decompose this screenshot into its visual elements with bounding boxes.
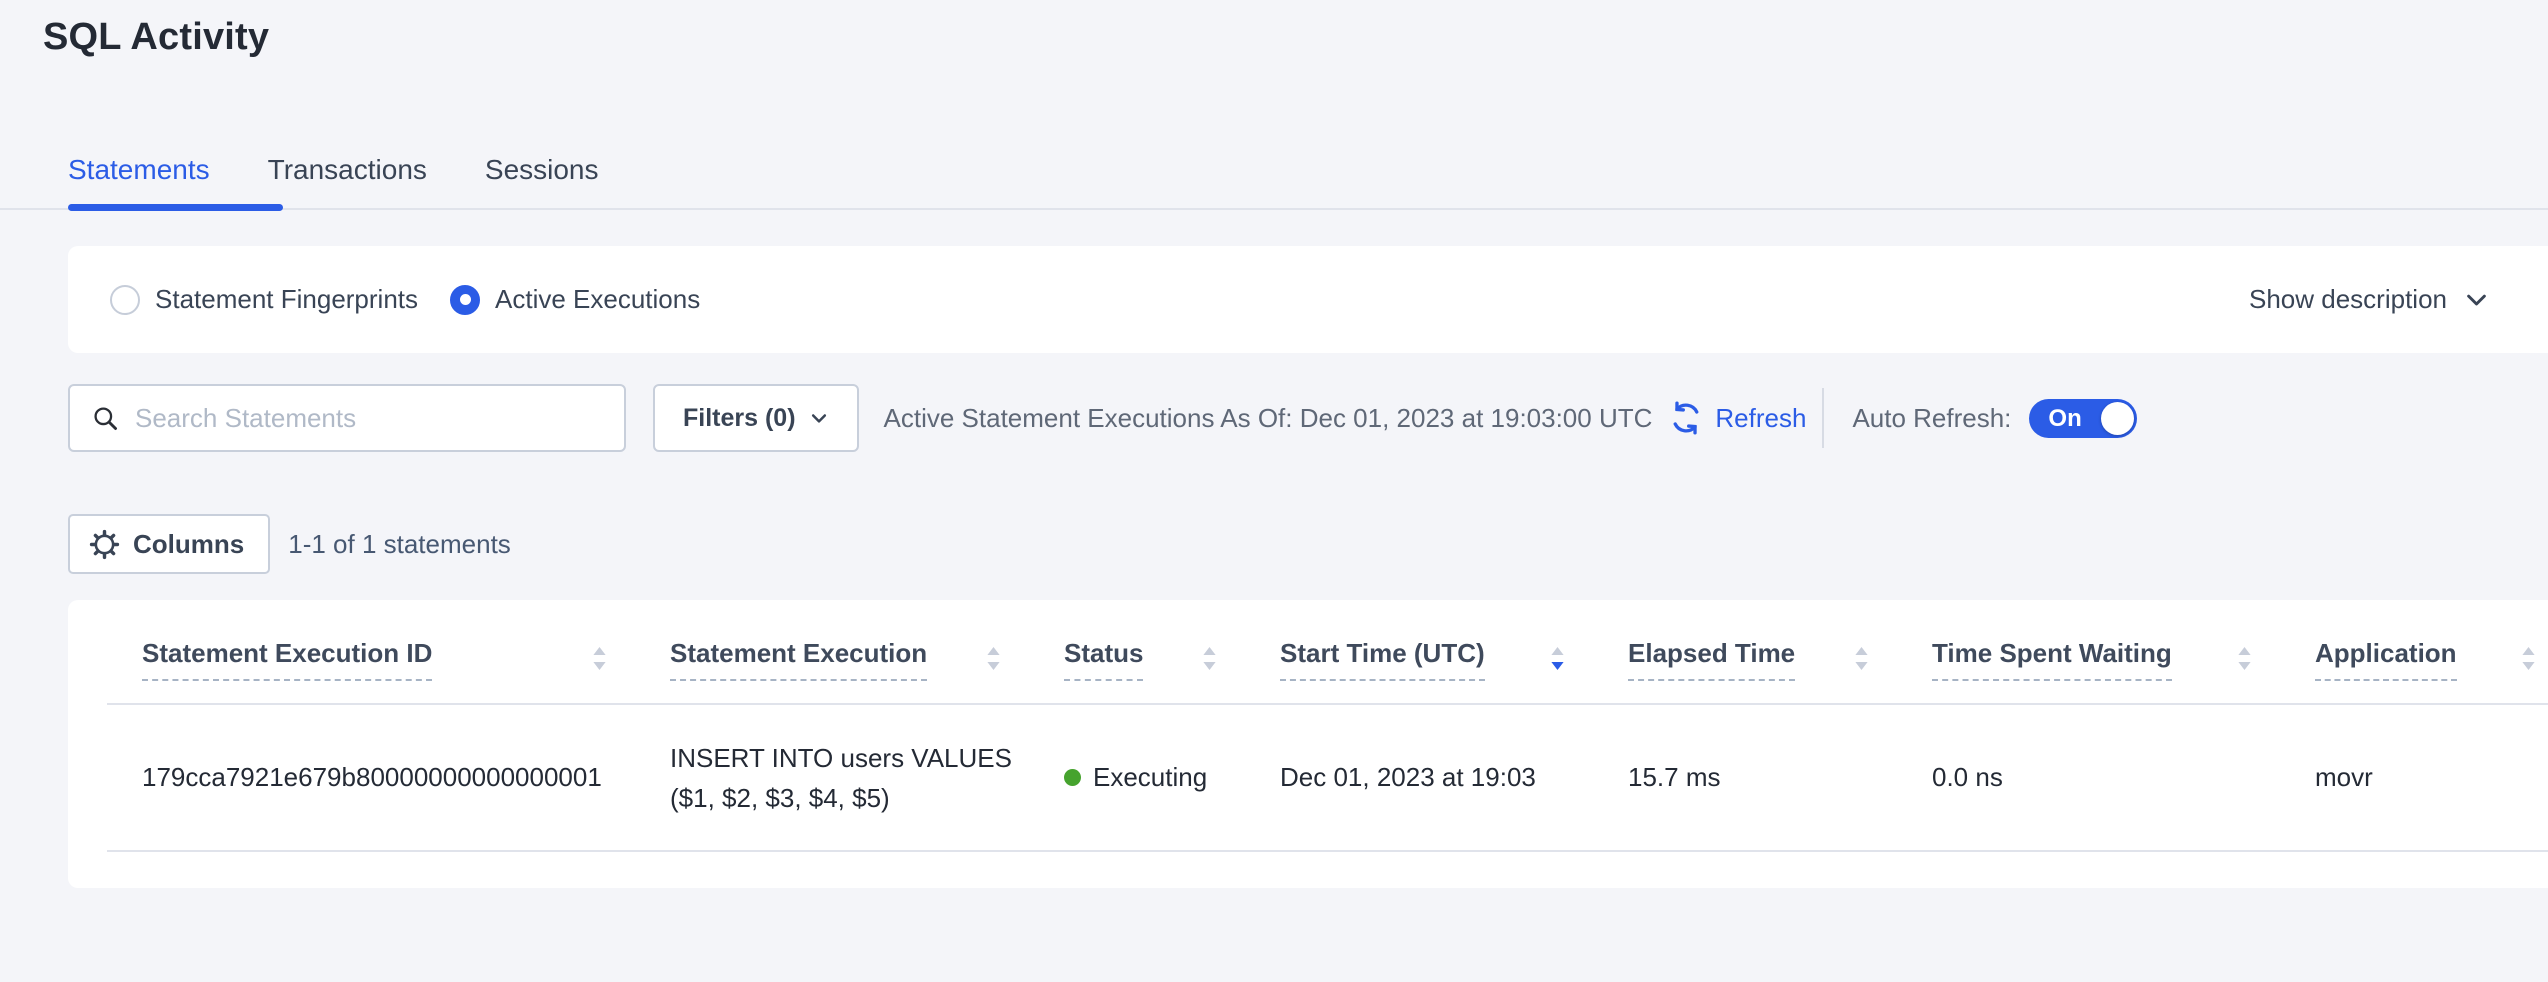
refresh-button[interactable]: Refresh <box>1667 399 1806 437</box>
radio-statement-fingerprints[interactable]: Statement Fingerprints <box>110 284 418 315</box>
chevron-down-icon <box>2463 286 2490 313</box>
header-label[interactable]: Status <box>1064 636 1143 681</box>
toggle-state-label: On <box>2048 399 2081 438</box>
header-label[interactable]: Statement Execution ID <box>142 636 432 681</box>
tab-sessions[interactable]: Sessions <box>485 152 599 188</box>
toolbar-divider <box>1822 388 1824 448</box>
table-header-row: Statement Execution ID Statement Executi… <box>107 600 2548 704</box>
toggle-knob[interactable] <box>2101 402 2134 435</box>
active-tab-indicator <box>68 204 283 211</box>
header-label[interactable]: Start Time (UTC) <box>1280 636 1485 681</box>
cell-time-spent-waiting: 0.0 ns <box>1897 704 2280 851</box>
header-start-time[interactable]: Start Time (UTC) <box>1245 600 1593 704</box>
radio-icon[interactable] <box>450 285 480 315</box>
sort-icon[interactable] <box>986 645 1001 672</box>
sort-icon[interactable] <box>1550 645 1565 672</box>
header-statement-execution[interactable]: Statement Execution <box>635 600 1029 704</box>
status-label: Executing <box>1093 762 1207 793</box>
header-application[interactable]: Application <box>2280 600 2548 704</box>
search-box[interactable] <box>68 384 626 452</box>
show-description-label: Show description <box>2249 284 2447 315</box>
chevron-down-icon <box>809 408 829 428</box>
cell-statement-execution[interactable]: INSERT INTO users VALUES ($1, $2, $3, $4… <box>635 704 1029 851</box>
page-title: SQL Activity <box>43 16 269 59</box>
statement-text-line1: INSERT INTO users VALUES <box>670 738 1009 778</box>
cell-start-time: Dec 01, 2023 at 19:03 <box>1245 704 1593 851</box>
table-row: 179cca7921e679b80000000000000001 INSERT … <box>107 704 2548 851</box>
columns-button-label: Columns <box>133 529 244 560</box>
refresh-label: Refresh <box>1715 403 1806 434</box>
tab-bar: Statements Transactions Sessions <box>0 152 2548 214</box>
gear-icon <box>88 528 121 561</box>
status-dot-icon <box>1064 769 1081 786</box>
radio-label: Active Executions <box>495 284 700 315</box>
executions-table: Statement Execution ID Statement Executi… <box>107 600 2548 852</box>
radio-active-executions[interactable]: Active Executions <box>450 284 700 315</box>
search-icon <box>91 404 120 433</box>
sort-icon[interactable] <box>592 645 607 672</box>
as-of-timestamp-text: Active Statement Executions As Of: Dec 0… <box>884 403 1653 434</box>
filters-button[interactable]: Filters (0) <box>653 384 859 452</box>
view-mode-radio-group: Statement Fingerprints Active Executions <box>110 284 2249 315</box>
statements-toolbar: Filters (0) Active Statement Executions … <box>68 384 2548 452</box>
sort-icon[interactable] <box>1854 645 1869 672</box>
auto-refresh-toggle[interactable]: On <box>2029 399 2137 438</box>
header-label[interactable]: Elapsed Time <box>1628 636 1795 681</box>
tab-statements[interactable]: Statements <box>68 152 210 188</box>
header-elapsed-time[interactable]: Elapsed Time <box>1593 600 1897 704</box>
statement-text-line2: ($1, $2, $3, $4, $5) <box>670 778 1009 818</box>
cell-status: Executing <box>1029 704 1245 851</box>
executions-table-card: Statement Execution ID Statement Executi… <box>68 600 2548 888</box>
cell-elapsed-time: 15.7 ms <box>1593 704 1897 851</box>
show-description-toggle[interactable]: Show description <box>2249 284 2490 315</box>
radio-icon[interactable] <box>110 285 140 315</box>
auto-refresh-label: Auto Refresh: <box>1852 403 2011 434</box>
refresh-icon <box>1667 399 1705 437</box>
header-label[interactable]: Statement Execution <box>670 636 927 681</box>
sort-icon[interactable] <box>1202 645 1217 672</box>
header-status[interactable]: Status <box>1029 600 1245 704</box>
header-label[interactable]: Time Spent Waiting <box>1932 636 2172 681</box>
view-mode-card: Statement Fingerprints Active Executions… <box>68 246 2548 353</box>
results-count: 1-1 of 1 statements <box>288 529 511 560</box>
cell-application: movr <box>2280 704 2548 851</box>
table-controls-row: Columns 1-1 of 1 statements <box>68 514 511 574</box>
columns-button[interactable]: Columns <box>68 514 270 574</box>
header-time-spent-waiting[interactable]: Time Spent Waiting <box>1897 600 2280 704</box>
cell-execution-id[interactable]: 179cca7921e679b80000000000000001 <box>107 704 635 851</box>
sql-activity-page: SQL Activity Statements Transactions Ses… <box>0 0 2548 982</box>
filters-label: Filters (0) <box>683 404 796 433</box>
sort-icon[interactable] <box>2237 645 2252 672</box>
search-input[interactable] <box>135 403 575 434</box>
tab-divider-line <box>0 208 2548 210</box>
header-label[interactable]: Application <box>2315 636 2457 681</box>
radio-label: Statement Fingerprints <box>155 284 418 315</box>
tab-transactions[interactable]: Transactions <box>268 152 427 188</box>
header-statement-execution-id[interactable]: Statement Execution ID <box>107 600 635 704</box>
sort-icon[interactable] <box>2521 645 2536 672</box>
